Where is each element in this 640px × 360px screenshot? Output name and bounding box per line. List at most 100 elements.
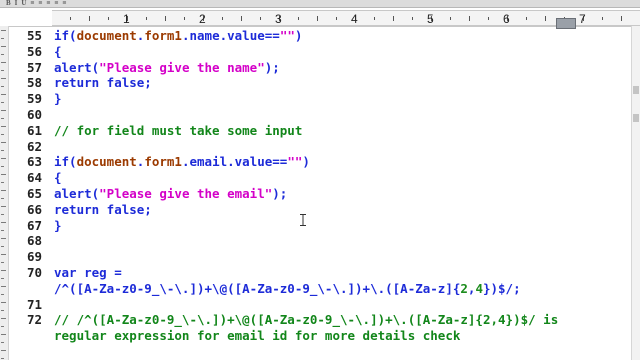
code-token: } [54,91,62,107]
ruler-number: 6 [503,12,510,26]
ruler-tick [526,17,527,20]
ruler-number: 1 [123,12,130,26]
toolbar-button[interactable]: ≡ [30,0,34,7]
code-line[interactable]: 65 alert("Please give the email"); [0,186,620,202]
code-line[interactable]: 67} [0,218,620,234]
code-line[interactable]: 57 alert("Please give the name"); [0,60,620,76]
code-token: "Please give the name" [99,59,265,75]
ruler-tick [298,17,299,20]
line-number: 71 [26,296,42,312]
ruler-tick [165,16,166,21]
code-line[interactable]: /^([A-Za-z0-9_\-\.])+\@([A-Za-z0-9_\-\.]… [0,281,620,297]
code-token: } [54,217,62,233]
ruler-tick [488,17,489,20]
toolbar-buttons: B I U ≡ ≡ ≡ ≡ ≡ [0,0,640,7]
line-number: 58 [26,75,42,91]
line-number: 60 [26,107,42,122]
code-line[interactable]: 63 if(document.form1.email.value=="") [0,154,620,170]
code-editor[interactable]: 55 if(document.form1.name.value=="") 56 {57… [0,27,632,360]
code-line[interactable]: 66 return false; [0,202,620,218]
ruler-tick [146,17,147,20]
code-line[interactable]: 60 [0,107,620,123]
code-line[interactable]: 70 var reg = [0,265,620,281]
code-text: /^([A-Za-z0-9_\-\.])+\@([A-Za-z0-9_\-\.]… [54,281,521,297]
horizontal-ruler[interactable]: 1 2 3 4 5 6 7 [0,8,640,29]
code-token: })$/; [482,280,521,296]
code-line[interactable]: 55 if(document.form1.name.value=="") [0,28,620,44]
ruler-number: 4 [351,12,358,26]
code-line[interactable]: regular expression for email id for more… [0,328,620,344]
ruler-left-margin [0,8,52,26]
ruler-number: 7 [579,12,586,26]
ruler-tick [450,17,451,20]
code-token: var reg = [54,265,122,280]
ruler-tick [621,16,622,21]
toolbar-button[interactable]: ≡ [62,0,66,7]
code-line[interactable]: 58 return false; [0,75,620,91]
code-line[interactable]: 61 // for field must take some input [0,123,620,139]
ruler-tick [241,16,242,21]
code-text: // /^([A-Za-z0-9_\-\.])+\@([A-Za-z0-9_\-… [54,312,558,328]
toolbar-button[interactable]: I [15,0,18,7]
ruler-tick [70,17,71,20]
code-token: .email.value== [181,154,288,170]
line-number: 61 [26,122,42,138]
code-text: regular expression for email id for more… [54,328,460,344]
toolbar-button[interactable]: B [6,0,11,7]
vertical-scrollbar[interactable] [631,26,640,360]
scrollbar-marker[interactable] [633,86,639,94]
ruler-strip: 1 2 3 4 5 6 7 [52,10,640,26]
line-number: 63 [26,154,42,170]
code-token: // for field must take some input [54,122,303,138]
code-token: alert( [54,186,100,201]
scrollbar-marker[interactable] [633,114,639,122]
code-token: "" [287,154,303,170]
code-line[interactable]: 71 [0,297,620,313]
line-number: 56 [26,43,42,59]
line-number: 66 [26,201,42,217]
code-line[interactable]: 59} [0,91,620,107]
ruler-tick [469,16,470,21]
code-text: if(document.form1.name.value=="") [54,28,302,44]
line-number: 57 [26,59,42,75]
line-number: 69 [26,249,42,265]
toolbar-button[interactable]: ≡ [46,0,50,7]
code-token: document [76,28,137,43]
ruler-number: 3 [275,12,282,26]
code-line[interactable]: 68 [0,233,620,249]
code-token: { [54,170,62,186]
code-token: regular expression for email id for more… [54,328,461,344]
code-token: form1 [144,154,182,170]
ruler-tick [336,17,337,20]
toolbar-button[interactable]: ≡ [54,0,58,7]
ruler-tick [184,17,185,20]
ruler-tick [412,17,413,20]
code-token: ) [302,154,310,170]
line-number: 68 [26,233,42,249]
code-token: 4 [475,280,483,296]
ruler-tick [108,17,109,20]
line-number: 65 [26,186,42,201]
code-line[interactable]: 72 // /^([A-Za-z0-9_\-\.])+\@([A-Za-z0-9_… [0,312,620,328]
line-number: 64 [26,170,42,186]
line-number: 62 [26,138,42,154]
ruler-tick [260,17,261,20]
code-token: return false; [54,201,152,217]
code-line[interactable]: 69 [0,249,620,265]
ruler-number: 2 [199,12,206,26]
code-token: form1 [144,28,182,43]
code-token: /^([A-Za-z0-9_\-\.])+\@([A-Za-z0-9_\-\.]… [54,280,461,296]
ruler-tick [222,17,223,20]
code-token: ) [294,28,303,43]
toolbar-button[interactable]: U [21,0,26,7]
line-number: 67 [26,217,42,233]
code-token: ); [272,186,288,201]
code-token: // /^([A-Za-z0-9_\-\.])+\@([A-Za-z0-9_\-… [54,312,559,328]
code-text: if(document.form1.email.value=="") [54,154,310,170]
code-text: return false; [54,75,152,91]
code-line[interactable]: 62 [0,139,620,155]
code-line[interactable]: 64 { [0,170,620,186]
code-token: 2 [460,280,468,296]
code-line[interactable]: 56 { [0,44,620,60]
toolbar-button[interactable]: ≡ [38,0,42,7]
